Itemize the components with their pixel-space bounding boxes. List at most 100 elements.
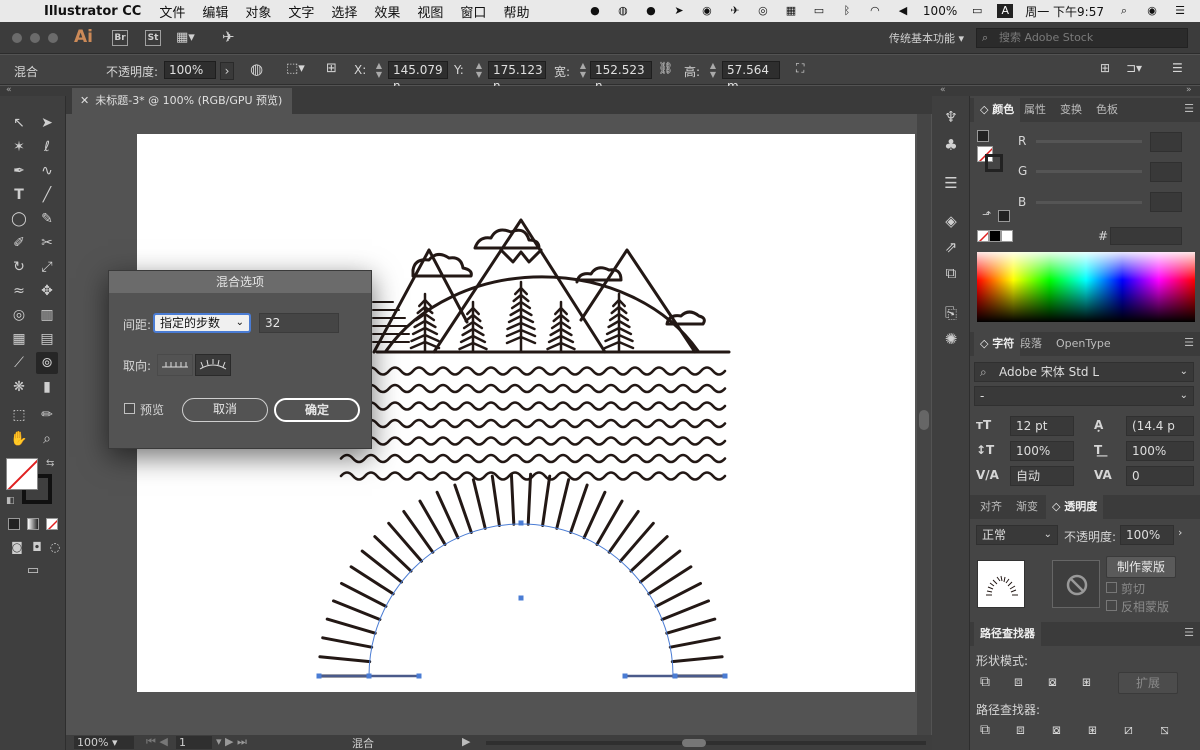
vertical-scale-input[interactable]: 100% xyxy=(1010,441,1074,461)
unite-icon[interactable]: ⧉ xyxy=(980,674,990,690)
preview-label[interactable]: 预览 xyxy=(140,401,164,418)
width-tool-icon[interactable]: ≈ xyxy=(8,280,30,302)
tracking-input[interactable]: 0 xyxy=(1126,466,1194,486)
bird-icon[interactable]: ✈ xyxy=(727,4,743,18)
hscroll-thumb[interactable] xyxy=(682,739,706,747)
first-artboard-icon[interactable]: ⏮ ◀ xyxy=(146,735,168,749)
status-menu-icon[interactable]: ▶ xyxy=(462,735,470,748)
free-transform-tool-icon[interactable]: ✥ xyxy=(36,280,58,302)
siri-icon[interactable]: ◉ xyxy=(1144,4,1160,18)
mask-thumbnail[interactable] xyxy=(1052,560,1100,608)
r-slider[interactable] xyxy=(1036,140,1142,143)
tab-swatches[interactable]: 色板 xyxy=(1090,98,1124,122)
clip-checkbox[interactable] xyxy=(1106,582,1117,593)
constrain-proportions-icon[interactable]: ⛓ xyxy=(658,61,673,75)
tray-app-icon[interactable]: ◉ xyxy=(699,4,715,18)
selection-path[interactable] xyxy=(316,520,728,679)
clock[interactable]: 周一 下午9:57 xyxy=(1025,3,1104,20)
column-graph-tool-icon[interactable]: ▮ xyxy=(36,376,58,398)
scale-tool-icon[interactable]: ⤢ xyxy=(36,256,58,278)
kerning-input[interactable]: 自动 xyxy=(1010,466,1074,486)
gradient-tool-icon[interactable]: ▤ xyxy=(36,328,58,350)
align-icon[interactable]: ⊞ xyxy=(1100,61,1110,75)
tab-color[interactable]: ◇ 颜色 xyxy=(974,98,1021,122)
minus-back-icon[interactable]: ⧅ xyxy=(1160,722,1169,738)
invert-mask-checkbox[interactable] xyxy=(1106,600,1117,611)
spotlight-icon[interactable]: ⌕ xyxy=(1116,4,1132,18)
opacity-dropdown-button[interactable]: › xyxy=(220,62,234,80)
volume-icon[interactable]: ◀ xyxy=(895,4,911,18)
next-artboard-icon[interactable]: ▾ ▶ ⏭ xyxy=(216,735,247,749)
menu-object[interactable]: 对象 xyxy=(245,2,271,21)
rotate-tool-icon[interactable]: ↻ xyxy=(8,256,30,278)
menu-edit[interactable]: 编辑 xyxy=(202,2,228,21)
menu-view[interactable]: 视图 xyxy=(417,2,443,21)
anchor-point[interactable] xyxy=(518,520,524,526)
tab-properties[interactable]: 属性 xyxy=(1018,98,1052,122)
direct-selection-tool-icon[interactable]: ➤ xyxy=(36,112,58,134)
brushes-icon[interactable]: ♆ xyxy=(940,106,962,128)
perspective-grid-tool-icon[interactable]: ▥ xyxy=(36,304,58,326)
white-swatch[interactable] xyxy=(1001,230,1013,242)
reference-point-icon[interactable]: ⬚▾ xyxy=(286,61,305,76)
eyedropper-tool-icon[interactable]: ⟋ xyxy=(8,352,30,374)
panel-menu-icon[interactable]: ☰ xyxy=(1184,102,1194,115)
anchor-point[interactable] xyxy=(416,673,422,679)
screen-mode-icon[interactable]: ▭ xyxy=(22,560,44,582)
exclude-icon[interactable]: ⧆ xyxy=(1082,674,1091,690)
object-thumbnail[interactable] xyxy=(977,560,1025,608)
shape-builder-tool-icon[interactable]: ◎ xyxy=(8,304,30,326)
collapse-strip-icon[interactable]: « xyxy=(940,85,946,95)
window-zoom-button[interactable] xyxy=(48,33,58,43)
g-slider[interactable] xyxy=(1036,170,1142,173)
opacity-label[interactable]: 不透明度: xyxy=(106,63,158,80)
ok-button[interactable]: 确定 xyxy=(274,398,360,422)
symbols-icon[interactable]: ♣ xyxy=(940,134,962,156)
crop-icon[interactable]: ⧆ xyxy=(1088,722,1097,738)
anchor-point[interactable] xyxy=(722,673,728,679)
steps-input[interactable]: 32 xyxy=(259,313,339,333)
send-icon[interactable]: ➤ xyxy=(671,4,687,18)
opacity-input[interactable]: 100% xyxy=(164,61,216,79)
menu-file[interactable]: 文件 xyxy=(159,2,185,21)
horizontal-scrollbar[interactable] xyxy=(486,739,926,747)
gradient-mode-icon[interactable] xyxy=(27,518,39,530)
stock-search-input[interactable]: ⌕ 搜索 Adobe Stock xyxy=(976,28,1188,48)
make-mask-button[interactable]: 制作蒙版 xyxy=(1106,556,1176,578)
outline-icon[interactable]: ⧄ xyxy=(1124,722,1133,738)
divide-icon[interactable]: ⧉ xyxy=(980,722,990,738)
cancel-button[interactable]: 取消 xyxy=(182,398,268,422)
blend-tool-icon[interactable]: ⊚ xyxy=(36,352,58,374)
grid-icon[interactable]: ▦ xyxy=(783,4,799,18)
trim-icon[interactable]: ⧈ xyxy=(1016,722,1025,738)
isolate-icon[interactable]: ⊐▾ xyxy=(1126,61,1142,75)
menu-window[interactable]: 窗口 xyxy=(460,2,486,21)
transform-icon[interactable]: ⛶ xyxy=(796,61,804,76)
landscape-illustration[interactable] xyxy=(317,218,731,678)
input-method-icon[interactable]: A xyxy=(997,4,1014,18)
close-tab-icon[interactable]: ✕ xyxy=(80,94,89,107)
color-stroke-swatch[interactable] xyxy=(985,154,1003,172)
bridge-button[interactable]: Br xyxy=(112,30,128,46)
b-input[interactable] xyxy=(1150,192,1182,212)
preview-checkbox[interactable] xyxy=(124,403,135,414)
intersect-icon[interactable]: ⧇ xyxy=(1048,674,1057,690)
hand-tool-icon[interactable]: ✋ xyxy=(8,428,30,450)
symbol-sprayer-tool-icon[interactable]: ❋ xyxy=(8,376,30,398)
tray-app-icon[interactable]: ◎ xyxy=(755,4,771,18)
swap-fill-stroke-icon[interactable]: ⇆ xyxy=(46,458,54,469)
appearance-icon[interactable]: ✺ xyxy=(940,328,962,350)
anchor-point[interactable] xyxy=(366,673,372,679)
color-spectrum[interactable] xyxy=(977,252,1195,322)
hex-input[interactable] xyxy=(1110,227,1182,245)
stock-button[interactable]: St xyxy=(145,30,161,46)
menu-effect[interactable]: 效果 xyxy=(374,2,400,21)
center-point[interactable] xyxy=(518,595,524,601)
window-close-button[interactable] xyxy=(12,33,22,43)
transform-grid-icon[interactable]: ⊞ xyxy=(326,61,337,76)
font-style-select[interactable]: - ⌄ xyxy=(974,386,1194,406)
font-size-input[interactable]: 12 pt xyxy=(1010,416,1074,436)
height-input[interactable]: 57.564 m xyxy=(722,61,780,93)
b-slider[interactable] xyxy=(1036,201,1142,204)
lasso-tool-icon[interactable]: ℓ xyxy=(36,136,58,158)
